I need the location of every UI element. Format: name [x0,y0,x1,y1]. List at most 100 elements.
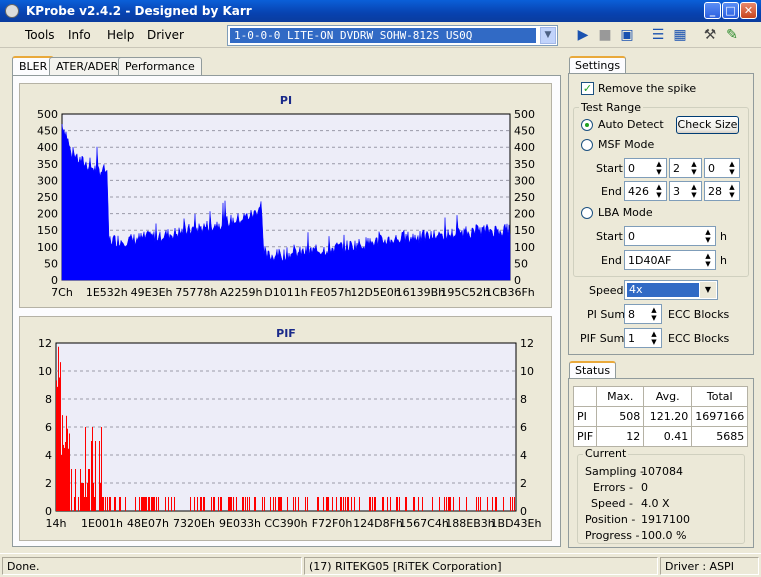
msf-end-sec-spinner[interactable]: 3 ▲ ▼ [669,181,702,201]
chevron-down-icon[interactable]: ▼ [700,282,716,298]
pif-bar [332,497,333,511]
pif-bar [151,497,152,511]
pif-bar [92,427,93,511]
sampling-label: Sampling - [585,465,644,478]
y-tick-label-left: 4 [45,449,52,462]
pif-bar [307,497,308,511]
x-tick-label: 9E033h [219,517,261,530]
x-tick-label: CC390h [264,517,307,530]
pif-bar [109,497,110,511]
minimize-button[interactable]: _ [704,2,721,19]
pif-bar [340,497,341,511]
close-button[interactable]: ✕ [740,2,757,19]
pif-bar [449,497,450,511]
pif-bar [59,377,60,511]
pif-bar [142,497,143,511]
x-tick-label: 49E3Eh [131,286,173,299]
tab-performance[interactable]: Performance [118,57,202,75]
pif-bar [514,497,515,511]
menu-help[interactable]: Help [107,28,134,42]
lba-start-spinner[interactable]: 0 ▲ ▼ [624,226,716,246]
auto-detect-radio[interactable] [581,119,593,131]
pif-bar [221,497,222,511]
x-tick-label: 1CB36Fh [485,286,535,299]
test-range-label: Test Range [579,101,644,114]
remove-spike-checkbox[interactable]: ✓ [581,82,594,95]
pif-bar [370,497,371,511]
pif-bar [171,497,172,511]
lba-mode-radio[interactable] [581,207,593,219]
pi-sum-spinner[interactable]: 8 ▲ ▼ [624,304,662,324]
msf-end-frame-spinner[interactable]: 28 ▲ ▼ [704,181,740,201]
pif-bar [71,469,72,511]
layout-icon[interactable]: ☰ [648,25,668,45]
menu-info[interactable]: Info [68,28,91,42]
status-header-row: Max. Avg. Total [572,386,749,407]
pif-bar [141,497,142,511]
pif-bar [102,497,103,511]
y-tick-label-right: 12 [520,337,534,350]
screenshot-icon[interactable]: ✎ [722,25,742,45]
pif-bar [200,497,201,511]
y-tick-label-left: 350 [37,158,58,171]
position-label: Position - [585,513,636,526]
msf-mode-radio[interactable] [581,139,593,151]
menu-driver[interactable]: Driver [147,28,184,42]
pif-bar [317,497,318,511]
pif-bar [382,497,383,511]
menu-tools[interactable]: Tools [25,28,55,42]
x-tick-label: 75778h [175,286,217,299]
save-icon[interactable]: ▣ [617,25,637,45]
msf-start-frame-spinner[interactable]: 0 ▲ ▼ [704,158,740,178]
pif-bar [375,497,376,511]
drive-select[interactable]: 1-0-0-0 LITE-ON DVDRW SOHW-812S US0Q ▼ [227,25,558,46]
pif-sum-unit: ECC Blocks [668,332,730,345]
msf-end-min-spinner[interactable]: 426 ▲ ▼ [624,181,667,201]
y-tick-label-right: 6 [520,421,527,434]
y-tick-label-right: 250 [514,191,535,204]
pif-bar [466,497,467,511]
play-icon[interactable]: ▶ [573,25,593,45]
pif-bar [125,497,126,511]
stop-icon[interactable]: ■ [595,25,615,45]
y-tick-label-right: 10 [520,365,534,378]
tools-icon[interactable]: ⚒ [700,25,720,45]
tab-status[interactable]: Status [569,361,617,379]
pif-bar [448,497,449,511]
pif-bar [450,497,451,511]
pif-bar [89,469,90,511]
tab-ater-ader[interactable]: ATER/ADER [49,57,126,75]
speed-select[interactable]: 4x ▼ [624,280,718,300]
pif-bar [214,497,215,511]
pif-bar [390,497,391,511]
pif-bar [63,444,64,511]
lba-end-label: End [601,254,622,267]
pif-bar [399,497,400,511]
msf-start-sec-spinner[interactable]: 2 ▲ ▼ [669,158,702,178]
y-tick-label-left: 150 [37,224,58,237]
check-size-button[interactable]: Check Size [676,116,739,134]
pif-sum-spinner[interactable]: 1 ▲ ▼ [624,328,662,348]
tab-bler[interactable]: BLER [12,56,55,76]
speed-current-value: 4.0 X [641,497,670,510]
pif-bar [64,447,65,511]
table-icon[interactable]: ▦ [670,25,690,45]
pif-bar [374,497,375,511]
maximize-button[interactable]: □ [722,2,739,19]
progress-value: 100.0 % [641,529,687,542]
tab-settings[interactable]: Settings [569,56,627,74]
pif-bar [422,497,423,511]
chevron-down-icon[interactable]: ▼ [540,27,556,44]
pif-bar [328,497,329,511]
x-tick-label: F72F0h [312,517,353,530]
msf-start-min-spinner[interactable]: 0 ▲ ▼ [624,158,667,178]
pi-sum-unit: ECC Blocks [668,308,730,321]
pif-bar [99,441,100,511]
pif-bar [56,380,57,511]
pif-bar [413,497,414,511]
speed-current-label: Speed - [591,497,633,510]
pif-bar [512,497,513,511]
current-label: Current [583,447,629,460]
lba-end-spinner[interactable]: 1D40AF ▲ ▼ [624,250,716,270]
pif-bar [61,454,62,511]
